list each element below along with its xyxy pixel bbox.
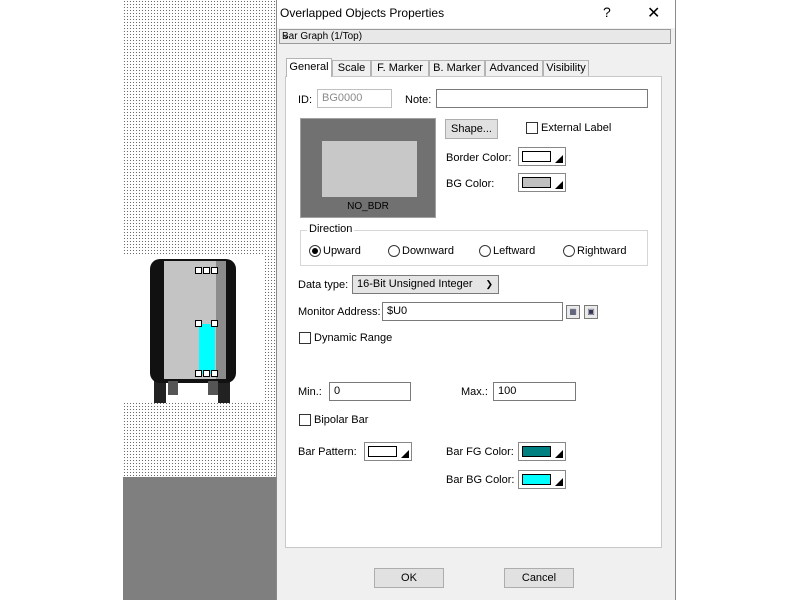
selection-handle[interactable] <box>211 320 218 327</box>
bar-fg-color-swatch <box>522 446 551 457</box>
help-button[interactable]: ? <box>603 4 611 20</box>
direction-leftward-label: Leftward <box>493 245 536 257</box>
selection-handle[interactable] <box>195 320 202 327</box>
tank-bar-graph-object[interactable] <box>150 259 236 405</box>
tab-visibility[interactable]: Visibility <box>543 60 589 76</box>
data-type-label: Data type: <box>298 279 349 291</box>
bar-bg-color-label: Bar BG Color: <box>446 474 515 486</box>
bar-pattern-swatch <box>368 446 397 457</box>
direction-upward-radio[interactable] <box>309 245 321 257</box>
chevron-down-icon: ⌄ <box>282 30 291 41</box>
close-button[interactable]: ✕ <box>647 3 660 23</box>
selection-handle[interactable] <box>195 267 202 274</box>
external-label-checkbox[interactable] <box>526 122 538 134</box>
bipolar-bar-label: Bipolar Bar <box>314 414 369 426</box>
bar-graph-fill[interactable] <box>199 324 215 374</box>
tab-scale[interactable]: Scale <box>332 60 371 76</box>
max-label: Max.: <box>461 386 488 398</box>
shape-preview-fill <box>322 141 417 197</box>
direction-downward-radio[interactable] <box>388 245 400 257</box>
note-label: Note: <box>405 94 432 106</box>
border-color-swatch <box>522 151 551 162</box>
dynamic-range-checkbox[interactable] <box>299 332 311 344</box>
shape-button[interactable]: Shape... <box>445 119 498 139</box>
selection-handle[interactable] <box>211 267 218 274</box>
dropdown-triangle-icon <box>555 155 563 163</box>
canvas-gray-region <box>123 477 276 600</box>
direction-group-title: Direction <box>307 223 355 235</box>
direction-leftward-radio[interactable] <box>479 245 491 257</box>
selection-handle[interactable] <box>203 267 210 274</box>
bar-fg-color-picker[interactable] <box>518 442 566 461</box>
selection-handle[interactable] <box>211 370 218 377</box>
min-field[interactable]: 0 <box>329 382 411 401</box>
direction-rightward-radio[interactable] <box>563 245 575 257</box>
external-label-text: External Label <box>541 122 612 134</box>
tab-f-marker[interactable]: F. Marker <box>371 60 429 76</box>
dropdown-triangle-icon <box>401 450 409 458</box>
border-color-label: Border Color: <box>446 152 512 164</box>
tank-foot-right <box>208 381 218 395</box>
direction-upward-label: Upward <box>323 245 361 257</box>
bar-pattern-label: Bar Pattern: <box>298 446 357 458</box>
shape-preview-caption: NO_BDR <box>347 201 389 212</box>
monitor-address-label: Monitor Address: <box>298 306 381 318</box>
shape-preview: NO_BDR <box>300 118 436 218</box>
bar-fg-color-label: Bar FG Color: <box>446 446 514 458</box>
tab-b-marker[interactable]: B. Marker <box>429 60 485 76</box>
max-field[interactable]: 100 <box>493 382 576 401</box>
overlapped-objects-properties-dialog: Overlapped Objects Properties ? ✕ Bar Gr… <box>276 0 676 600</box>
cancel-button[interactable]: Cancel <box>504 568 574 588</box>
data-type-select[interactable]: 16-Bit Unsigned Integer ❯ <box>352 275 499 294</box>
tab-general[interactable]: General <box>286 58 332 77</box>
note-field[interactable] <box>436 89 648 108</box>
dynamic-range-label: Dynamic Range <box>314 332 393 344</box>
bar-pattern-picker[interactable] <box>364 442 412 461</box>
address-lock-icon[interactable]: ▣ <box>584 305 598 319</box>
monitor-address-field[interactable]: $U0 <box>382 302 563 321</box>
dialog-title: Overlapped Objects Properties <box>280 6 445 20</box>
dropdown-triangle-icon <box>555 478 563 486</box>
general-tab-panel: ID: BG0000 Note: NO_BDR Shape... Externa… <box>285 76 662 548</box>
data-type-value: 16-Bit Unsigned Integer <box>357 278 473 290</box>
direction-downward-label: Downward <box>402 245 454 257</box>
dropdown-triangle-icon <box>555 181 563 189</box>
dropdown-triangle-icon <box>555 450 563 458</box>
tank-foot-left <box>168 381 178 395</box>
object-selector-dropdown[interactable]: Bar Graph (1/Top) ⌄ <box>279 29 671 44</box>
id-field[interactable]: BG0000 <box>317 89 392 108</box>
id-label: ID: <box>298 94 313 106</box>
selection-handle[interactable] <box>203 370 210 377</box>
bar-bg-color-picker[interactable] <box>518 470 566 489</box>
direction-group: Direction Upward Downward Leftward Right… <box>300 223 648 266</box>
selection-handle[interactable] <box>195 370 202 377</box>
bg-color-picker[interactable] <box>518 173 566 192</box>
ok-button[interactable]: OK <box>374 568 444 588</box>
border-color-picker[interactable] <box>518 147 566 166</box>
direction-rightward-label: Rightward <box>577 245 627 257</box>
address-keypad-icon[interactable]: ▦ <box>566 305 580 319</box>
tab-advanced[interactable]: Advanced <box>485 60 543 76</box>
bipolar-bar-checkbox[interactable] <box>299 414 311 426</box>
bg-color-swatch <box>522 177 551 188</box>
bar-bg-color-swatch <box>522 474 551 485</box>
title-bar[interactable]: Overlapped Objects Properties ? ✕ <box>277 0 675 28</box>
min-label: Min.: <box>298 386 322 398</box>
bg-color-label: BG Color: <box>446 178 495 190</box>
chevron-down-icon: ❯ <box>485 279 493 289</box>
